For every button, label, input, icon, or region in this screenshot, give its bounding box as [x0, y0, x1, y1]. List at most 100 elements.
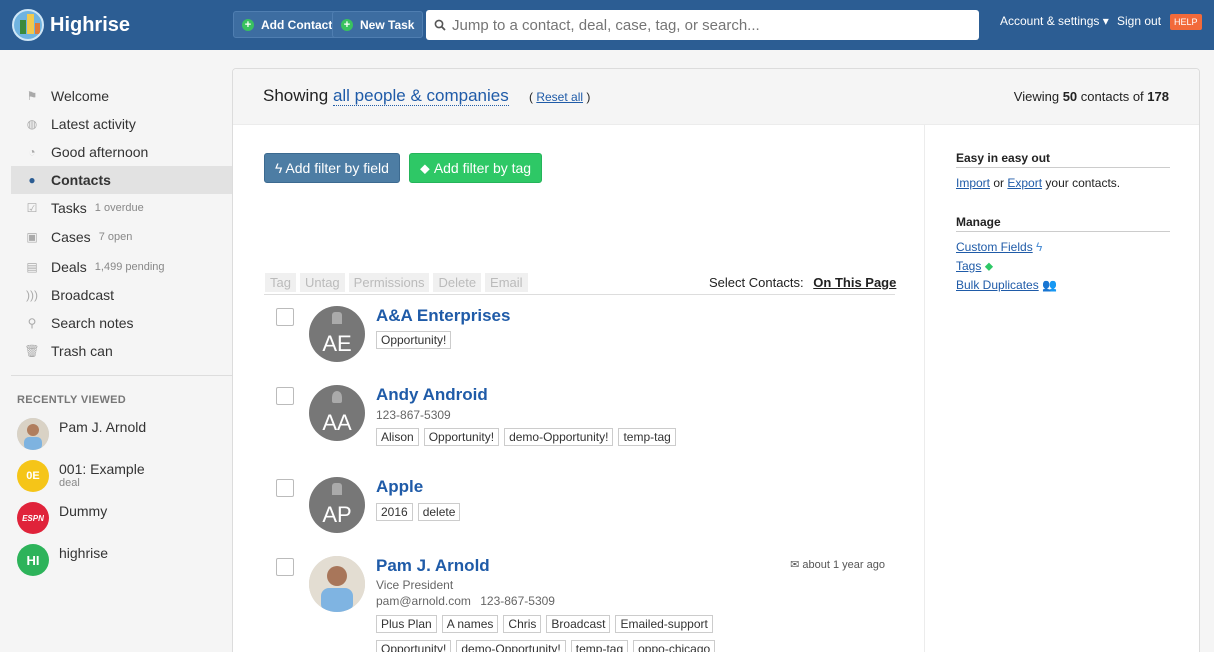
sidebar-item-broadcast[interactable]: ))) Broadcast	[0, 281, 232, 309]
showing-filter-link[interactable]: all people & companies	[332, 86, 509, 106]
tag-chip[interactable]: delete	[417, 503, 461, 521]
paren-open: (	[529, 90, 533, 104]
contact-tags: Plus Plan A names Chris Broadcast Emaile…	[376, 615, 718, 633]
add-contact-label: Add Contact	[261, 17, 333, 32]
checkbox-icon: ☑	[26, 201, 38, 215]
bulk-duplicates-link[interactable]: Bulk Duplicates	[956, 278, 1039, 292]
activity-icon: ◍	[26, 117, 38, 131]
bulk-delete-button[interactable]: Delete	[433, 273, 482, 292]
company-avatar[interactable]: AP	[309, 477, 365, 533]
recent-item-highrise[interactable]: HI highrise	[17, 544, 232, 576]
contact-name-link[interactable]: Apple	[376, 477, 423, 497]
plus-icon: +	[341, 18, 353, 31]
add-filter-by-tag-button[interactable]: ⬥ Add filter by tag	[409, 153, 543, 183]
contact-tags: 2016 delete	[376, 503, 465, 521]
recent-name: Pam J. Arnold	[59, 419, 147, 435]
search-icon	[434, 19, 446, 31]
reset-all: ( Reset all )	[529, 90, 590, 104]
sidebar-item-welcome[interactable]: ⚑ Welcome	[0, 82, 232, 110]
tag-chip[interactable]: Opportunity!	[376, 331, 452, 349]
showing-prefix: Showing	[263, 86, 329, 105]
contact-tags-row-2: Opportunity! demo-Opportunity! temp-tag …	[376, 640, 720, 652]
contact-tags: Alison Opportunity! demo-Opportunity! te…	[376, 428, 681, 446]
sidebar-item-good-afternoon[interactable]: ◔ Good afternoon	[0, 138, 232, 166]
contact-checkbox[interactable]	[276, 387, 294, 405]
bulk-tag-button[interactable]: Tag	[265, 273, 296, 292]
top-bar: Highrise + Add Contact + New Task Accoun…	[0, 0, 1214, 50]
recent-item-pam-arnold[interactable]: Pam J. Arnold	[17, 418, 232, 450]
tag-chip[interactable]: 2016	[376, 503, 413, 521]
contact-details: pam@arnold.com 123-867-5309	[376, 594, 555, 608]
viewing-prefix: Viewing	[1013, 89, 1060, 104]
sidebar-item-tasks[interactable]: ☑ Tasks 1 overdue	[0, 194, 232, 222]
contact-checkbox[interactable]	[276, 308, 294, 326]
select-label: Select Contacts:	[709, 275, 804, 290]
espn-logo-avatar: ESPN	[17, 502, 49, 534]
tags-row: Tags ⬥	[956, 259, 993, 274]
tag-chip[interactable]: temp-tag	[570, 640, 629, 652]
tag-chip[interactable]: demo-Opportunity!	[456, 640, 566, 652]
tag-chip[interactable]: Plus Plan	[376, 615, 437, 633]
search-box[interactable]	[426, 10, 979, 40]
sidebar-item-latest-activity[interactable]: ◍ Latest activity	[0, 110, 232, 138]
person-photo-avatar[interactable]	[309, 556, 365, 612]
tag-chip[interactable]: Chris	[503, 615, 542, 633]
tag-chip[interactable]: A names	[441, 615, 499, 633]
tag-chip[interactable]: demo-Opportunity!	[504, 428, 614, 446]
sign-out-link[interactable]: Sign out	[1117, 14, 1161, 28]
bulk-untag-button[interactable]: Untag	[299, 273, 345, 292]
tag-chip[interactable]: Emailed-support	[615, 615, 713, 633]
contact-checkbox[interactable]	[276, 558, 294, 576]
viewing-count: Viewing 50 contacts of 178	[1014, 89, 1169, 104]
contact-title: Vice President	[376, 578, 454, 592]
bulk-actions: Tag Untag Permissions Delete Email	[265, 273, 532, 292]
tag-chip[interactable]: oppo-chicago	[633, 640, 716, 652]
stamp-text: about 1 year ago	[802, 559, 885, 571]
select-on-this-page-link[interactable]: On This Page	[813, 275, 896, 290]
sidebar-item-search-notes[interactable]: ⚲ Search notes	[0, 309, 232, 337]
tag-chip[interactable]: Alison	[376, 428, 419, 446]
bulk-permissions-button[interactable]: Permissions	[348, 273, 430, 292]
manage-title: Manage	[956, 215, 1170, 232]
tag-icon: ⬥	[420, 159, 430, 176]
recently-viewed-title: RECENTLY VIEWED	[17, 394, 127, 406]
contact-name-link[interactable]: Andy Android	[376, 385, 488, 405]
contact-name-link[interactable]: Pam J. Arnold	[376, 556, 490, 576]
sidebar-item-label: Broadcast	[51, 287, 115, 303]
contact-checkbox[interactable]	[276, 479, 294, 497]
tag-chip[interactable]: Broadcast	[546, 615, 611, 633]
bulk-email-button[interactable]: Email	[485, 273, 528, 292]
contact-name-link[interactable]: A&A Enterprises	[376, 306, 510, 326]
custom-fields-link[interactable]: Custom Fields	[956, 240, 1033, 254]
search-icon: ⚲	[27, 316, 37, 330]
sidebar-item-deals[interactable]: ▤ Deals 1,499 pending	[0, 252, 232, 281]
add-contact-button[interactable]: + Add Contact	[233, 11, 342, 38]
import-link[interactable]: Import	[956, 176, 990, 190]
recent-item-example-deal[interactable]: 0E 001: Example deal	[17, 460, 232, 492]
sidebar-item-cases[interactable]: ▣ Cases 7 open	[0, 222, 232, 252]
tag-chip[interactable]: temp-tag	[618, 428, 676, 446]
sidebar-item-label: Contacts	[51, 172, 111, 188]
reset-all-link[interactable]: Reset all	[536, 90, 583, 104]
company-avatar[interactable]: AE	[309, 306, 365, 362]
tag-chip[interactable]: Opportunity!	[423, 428, 500, 446]
sidebar-item-contacts[interactable]: ● Contacts	[11, 166, 232, 194]
add-filter-by-field-button[interactable]: ϟ Add filter by field	[264, 153, 400, 183]
sidebar: ⚑ Welcome ◍ Latest activity ◔ Good after…	[0, 82, 232, 576]
tag-icon: ⬥	[984, 259, 994, 273]
tags-link[interactable]: Tags	[956, 259, 981, 273]
account-settings-link[interactable]: Account & settings ▾	[1000, 14, 1109, 28]
import-export-text: Import or Export your contacts.	[956, 176, 1120, 190]
contact-email[interactable]: pam@arnold.com	[376, 594, 471, 608]
export-link[interactable]: Export	[1007, 176, 1042, 190]
new-task-button[interactable]: + New Task	[332, 11, 424, 38]
avatar-initials: AE	[322, 331, 352, 356]
search-input[interactable]	[452, 16, 952, 34]
logo[interactable]: Highrise	[12, 9, 130, 41]
tasks-count: 1 overdue	[94, 202, 144, 214]
sidebar-item-trash-can[interactable]: 🗑 Trash can	[0, 337, 232, 365]
person-avatar[interactable]: AA	[309, 385, 365, 441]
help-button[interactable]: HELP	[1170, 14, 1202, 30]
recent-item-dummy[interactable]: ESPN Dummy	[17, 502, 232, 534]
tag-chip[interactable]: Opportunity!	[376, 640, 452, 652]
